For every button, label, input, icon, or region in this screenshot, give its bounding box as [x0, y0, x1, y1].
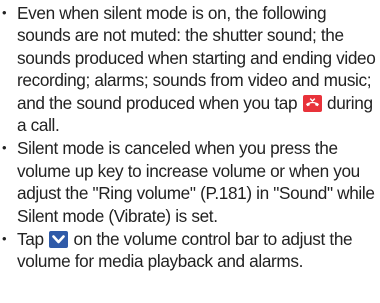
notes-list: • Even when silent mode is on, the follo… [0, 0, 380, 273]
bullet: • [2, 140, 7, 156]
chevron-down-icon [49, 231, 69, 249]
note-volume-control: • Tap on the volume control bar to adjus… [0, 228, 380, 273]
bullet: • [2, 5, 7, 20]
note-silent-mode-sounds: • Even when silent mode is on, the follo… [0, 2, 380, 136]
note-text: Silent mode is canceled when you press t… [17, 138, 375, 226]
note-silent-mode-cancel: • Silent mode is canceled when you press… [0, 137, 380, 227]
bullet: • [2, 231, 7, 247]
note-text-part: Tap [17, 229, 49, 250]
end-call-icon [302, 94, 322, 112]
